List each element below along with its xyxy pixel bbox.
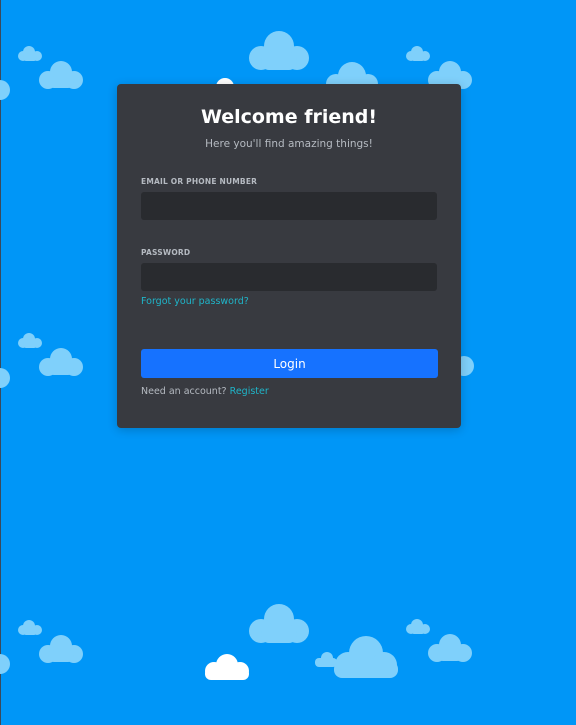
page-subtitle: Here you'll find amazing things!: [205, 138, 373, 150]
cloud-icon: [39, 635, 83, 663]
need-account-text: Need an account?: [141, 386, 227, 397]
cloud-icon: [0, 654, 10, 674]
cloud-icon: [0, 368, 10, 388]
cloud-icon: [249, 31, 309, 70]
cloud-icon: [460, 356, 474, 376]
password-label: PASSWORD: [141, 248, 191, 257]
email-label: EMAIL OR PHONE NUMBER: [141, 177, 258, 186]
cloud-icon: [205, 654, 249, 680]
login-button[interactable]: Login: [141, 349, 438, 378]
cloud-icon: [0, 80, 10, 100]
register-prompt: Need an account? Register: [141, 386, 269, 397]
cloud-icon: [428, 634, 472, 662]
cloud-icon: [39, 348, 83, 376]
register-link[interactable]: Register: [230, 386, 269, 397]
cloud-icon: [249, 604, 309, 643]
login-card: Welcome friend! Here you'll find amazing…: [117, 84, 461, 428]
cloud-icon: [334, 636, 398, 678]
forgot-password-link[interactable]: Forgot your password?: [141, 296, 249, 307]
password-field[interactable]: [141, 263, 437, 291]
page-title: Welcome friend!: [200, 106, 378, 128]
cloud-icon: [39, 61, 83, 89]
email-field[interactable]: [141, 192, 437, 220]
